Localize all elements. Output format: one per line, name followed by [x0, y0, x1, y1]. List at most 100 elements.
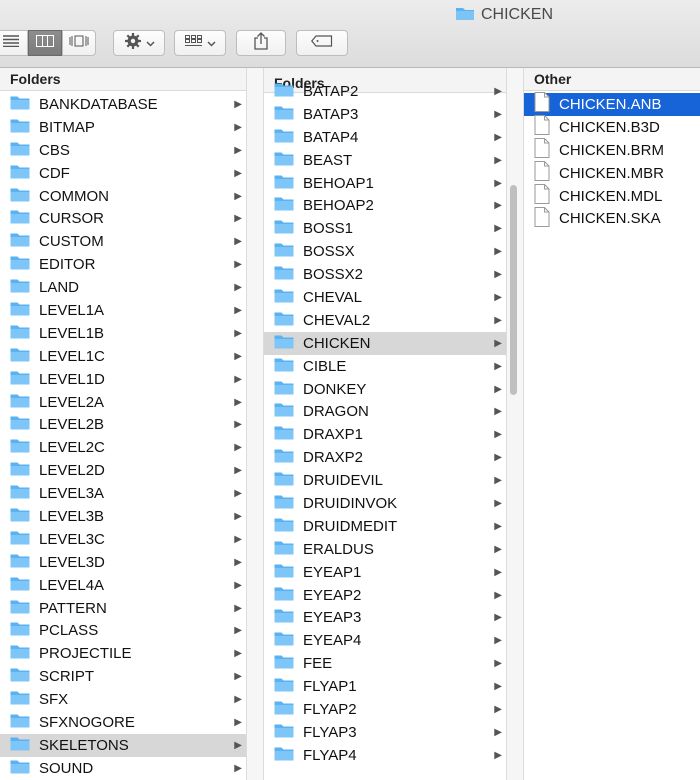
file-item[interactable]: CHICKEN.B3D [524, 115, 700, 139]
folder-item[interactable]: LEVEL1C ▶ [0, 345, 246, 368]
folder-item[interactable]: BOSS1 ▶ [264, 217, 506, 240]
file-item[interactable]: CHICKEN.MBR [524, 161, 700, 185]
file-name: CHICKEN.ANB [559, 95, 662, 113]
file-item[interactable]: CHICKEN.MDL [524, 184, 700, 208]
folder-item[interactable]: PATTERN ▶ [0, 597, 246, 620]
folder-item[interactable]: LEVEL2C ▶ [0, 436, 246, 459]
disclosure-arrow-icon: ▶ [234, 625, 242, 637]
folder-item[interactable]: PCLASS ▶ [0, 619, 246, 642]
folder-item[interactable]: SFXNOGORE ▶ [0, 711, 246, 734]
folder-item[interactable]: PROJECTILE ▶ [0, 642, 246, 665]
action-button[interactable] [113, 30, 165, 56]
folder-item[interactable]: FLYAP1 ▶ [264, 675, 506, 698]
folder-item[interactable]: FEE ▶ [264, 652, 506, 675]
folder-item[interactable]: DRAXP1 ▶ [264, 423, 506, 446]
cover-flow-button[interactable] [62, 30, 96, 56]
folder-item[interactable]: BEHOAP1 ▶ [264, 172, 506, 195]
file-item[interactable]: CHICKEN.BRM [524, 138, 700, 162]
folder-item[interactable]: LEVEL2A ▶ [0, 391, 246, 414]
folder-item[interactable]: BATAP3 ▶ [264, 103, 506, 126]
file-item[interactable]: CHICKEN.SKA [524, 206, 700, 231]
folder-item[interactable]: BEAST ▶ [264, 149, 506, 172]
folder-item[interactable]: LEVEL2D ▶ [0, 459, 246, 482]
list-view-button[interactable] [0, 30, 28, 56]
file-item[interactable]: CHICKEN.ANB [524, 92, 700, 116]
folder-item[interactable]: BOSSX2 ▶ [264, 263, 506, 286]
folder-item[interactable]: DRUIDINVOK ▶ [264, 492, 506, 515]
folder-item[interactable]: LEVEL3C ▶ [0, 528, 246, 551]
folder-item[interactable]: SFX ▶ [0, 688, 246, 711]
folder-item[interactable]: FLYAP3 ▶ [264, 721, 506, 744]
folder-item[interactable]: LEVEL3A ▶ [0, 482, 246, 505]
folder-item[interactable]: FLYAP2 ▶ [264, 698, 506, 721]
folder-item[interactable]: EYEAP1 ▶ [264, 561, 506, 584]
folder-item[interactable]: EYEAP3 ▶ [264, 606, 506, 629]
folder-item[interactable]: BITMAP ▶ [0, 116, 246, 139]
disclosure-arrow-icon: ▶ [494, 383, 502, 395]
cover-flow-icon [69, 34, 89, 52]
folder-item[interactable]: CDF ▶ [0, 162, 246, 185]
folder-name: LEVEL3B [39, 507, 105, 525]
folder-name: EDITOR [39, 256, 96, 274]
folder-item[interactable]: DRUIDMEDIT ▶ [264, 515, 506, 538]
folder-item[interactable]: EDITOR ▶ [0, 253, 246, 276]
folder-list: BATAP2 ▶ BATAP3 ▶ BATAP4 ▶ BEAST ▶ BEHOAP1 ▶ BEHOA… [264, 80, 506, 767]
folder-item[interactable]: LEVEL3B ▶ [0, 505, 246, 528]
folder-item[interactable]: CHEVAL2 ▶ [264, 309, 506, 332]
folder-item[interactable]: BATAP4 ▶ [264, 126, 506, 149]
folder-item[interactable]: CBS ▶ [0, 139, 246, 162]
folder-item[interactable]: ERALDUS ▶ [264, 538, 506, 561]
folder-item[interactable]: BATAP2 ▶ [264, 80, 506, 103]
folder-item[interactable]: BEHOAP2 ▶ [264, 194, 506, 217]
folder-icon [10, 232, 30, 251]
folder-item[interactable]: CHICKEN ▶ [264, 331, 506, 355]
folder-item[interactable]: LEVEL1D ▶ [0, 368, 246, 391]
folder-item[interactable]: LEVEL1B ▶ [0, 322, 246, 345]
folder-name: SOUND [39, 759, 94, 777]
folder-item[interactable]: SOUND ▶ [0, 757, 246, 780]
folder-item[interactable]: EYEAP2 ▶ [264, 584, 506, 607]
folder-item[interactable]: DRAGON ▶ [264, 400, 506, 423]
folder-item[interactable]: CUSTOM ▶ [0, 230, 246, 253]
disclosure-arrow-icon: ▶ [234, 419, 242, 431]
folder-item[interactable]: COMMON ▶ [0, 185, 246, 208]
disclosure-arrow-icon: ▶ [234, 442, 242, 454]
folder-item[interactable]: BOSSX ▶ [264, 240, 506, 263]
folder-item[interactable]: CIBLE ▶ [264, 355, 506, 378]
folder-name: PROJECTILE [39, 645, 132, 663]
folder-item[interactable]: DONKEY ▶ [264, 378, 506, 401]
folder-item[interactable]: DRUIDEVIL ▶ [264, 469, 506, 492]
folder-item[interactable]: BANKDATABASE ▶ [0, 93, 246, 116]
folder-item[interactable]: CHEVAL ▶ [264, 286, 506, 309]
column-view-button[interactable] [28, 30, 62, 56]
folder-item[interactable]: LAND ▶ [0, 276, 246, 299]
tag-button[interactable] [296, 30, 348, 56]
folder-name: LEVEL2D [39, 462, 105, 480]
folder-name: BOSS1 [303, 220, 354, 238]
document-icon [534, 206, 550, 231]
folder-item[interactable]: DRAXP2 ▶ [264, 446, 506, 469]
folder-item[interactable]: FLYAP4 ▶ [264, 744, 506, 767]
folder-icon [10, 164, 30, 183]
column-divider[interactable] [246, 68, 264, 780]
folder-name: BOSSX2 [303, 266, 364, 284]
disclosure-arrow-icon: ▶ [494, 681, 502, 693]
folder-item[interactable]: SKELETONS ▶ [0, 733, 246, 757]
folder-item[interactable]: SCRIPT ▶ [0, 665, 246, 688]
folder-item[interactable]: CURSOR ▶ [0, 207, 246, 230]
folder-item[interactable]: EYEAP4 ▶ [264, 629, 506, 652]
column-scroll-track[interactable] [506, 68, 524, 780]
folder-icon [10, 278, 30, 297]
folder-item[interactable]: LEVEL1A ▶ [0, 299, 246, 322]
folder-item[interactable]: LEVEL3D ▶ [0, 551, 246, 574]
disclosure-arrow-icon: ▶ [234, 556, 242, 568]
folder-icon [274, 311, 294, 330]
share-button[interactable] [236, 30, 286, 56]
folder-item[interactable]: LEVEL2B ▶ [0, 413, 246, 436]
folder-name: ERALDUS [303, 540, 374, 558]
disclosure-arrow-icon: ▶ [234, 236, 242, 248]
arrange-button[interactable] [174, 30, 226, 56]
folder-item[interactable]: LEVEL4A ▶ [0, 574, 246, 597]
disclosure-arrow-icon: ▶ [234, 488, 242, 500]
scrollbar-thumb[interactable] [510, 185, 517, 395]
